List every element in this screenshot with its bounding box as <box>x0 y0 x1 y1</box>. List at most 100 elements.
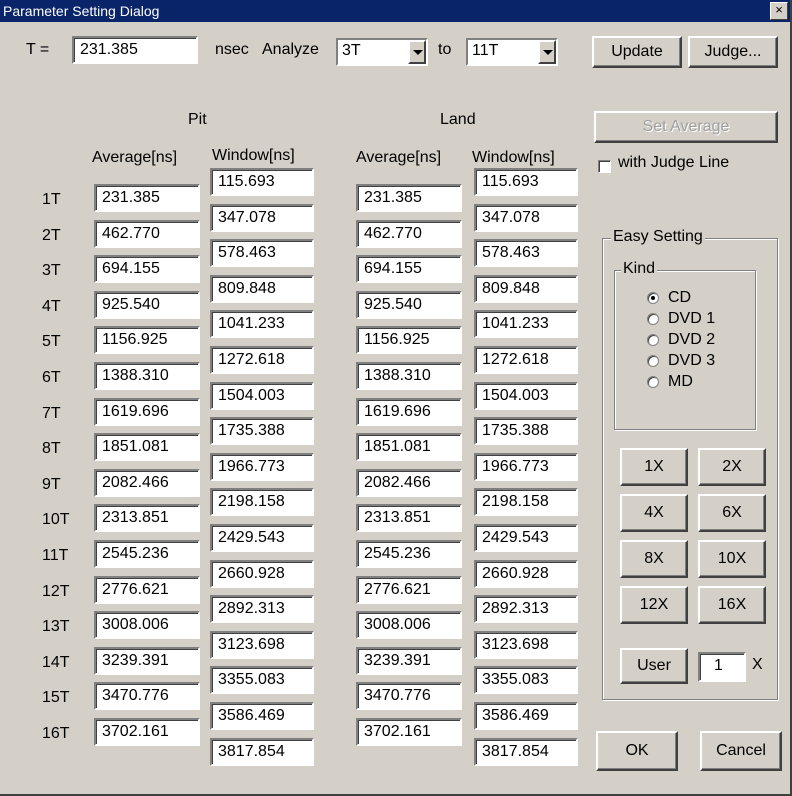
pit-window-field[interactable]: 1735.388 <box>210 417 314 446</box>
land-window-field[interactable]: 2892.313 <box>474 595 578 624</box>
pit-window-field[interactable]: 1966.773 <box>210 452 314 481</box>
window-title: Parameter Setting Dialog <box>3 3 160 19</box>
land-average-header: Average[ns] <box>356 149 442 166</box>
pit-average-field[interactable]: 1619.696 <box>94 397 200 426</box>
land-average-field[interactable]: 925.540 <box>356 290 462 319</box>
land-window-field[interactable]: 115.693 <box>474 168 578 196</box>
land-average-field[interactable]: 1619.696 <box>356 397 462 426</box>
land-average-field[interactable]: 3239.391 <box>356 646 462 675</box>
kind-radio-cd[interactable] <box>647 292 659 304</box>
pit-average-field[interactable]: 694.155 <box>94 255 200 284</box>
land-average-field[interactable]: 3470.776 <box>356 682 462 711</box>
land-average-field[interactable]: 231.385 <box>356 184 462 212</box>
pit-average-field[interactable]: 3702.161 <box>94 718 200 746</box>
land-average-field[interactable]: 3702.161 <box>356 718 462 746</box>
pit-average-field[interactable]: 1388.310 <box>94 362 200 390</box>
pit-window-field[interactable]: 3123.698 <box>210 630 314 659</box>
pit-average-field[interactable]: 1156.925 <box>94 326 200 355</box>
pit-average-field[interactable]: 925.540 <box>94 290 200 319</box>
analyze-from-select[interactable]: 3T <box>336 38 428 66</box>
land-window-field[interactable]: 1041.233 <box>474 310 578 339</box>
pit-average-field[interactable]: 2545.236 <box>94 540 200 568</box>
pit-window-field[interactable]: 2429.543 <box>210 524 314 552</box>
land-window-field[interactable]: 3817.854 <box>474 737 578 766</box>
land-average-field[interactable]: 1388.310 <box>356 362 462 390</box>
pit-average-field[interactable]: 462.770 <box>94 219 200 248</box>
speed-button-8x[interactable]: 8X <box>620 540 688 578</box>
judge-line-checkbox[interactable] <box>598 160 611 173</box>
pit-average-field[interactable]: 3008.006 <box>94 611 200 640</box>
speed-button-2x[interactable]: 2X <box>698 448 766 486</box>
pit-window-field[interactable]: 1504.003 <box>210 381 314 410</box>
land-average-field[interactable]: 2313.851 <box>356 504 462 533</box>
pit-average-field[interactable]: 1851.081 <box>94 433 200 462</box>
speed-button-6x[interactable]: 6X <box>698 494 766 532</box>
set-average-button[interactable]: Set Average <box>594 111 778 143</box>
kind-label: CD <box>668 289 692 306</box>
land-average-field[interactable]: 694.155 <box>356 255 462 284</box>
pit-window-field[interactable]: 1041.233 <box>210 310 314 339</box>
close-button[interactable]: × <box>770 2 788 20</box>
pit-average-field[interactable]: 3470.776 <box>94 682 200 711</box>
pit-window-field[interactable]: 347.078 <box>210 203 314 232</box>
dropdown-arrow-icon[interactable] <box>538 40 556 64</box>
pit-average-field[interactable]: 231.385 <box>94 184 200 212</box>
t-value-input[interactable]: 231.385 <box>72 36 198 64</box>
update-button[interactable]: Update <box>592 36 682 68</box>
user-multiplier-input[interactable]: 1 <box>698 652 746 682</box>
pit-average-field[interactable]: 2082.466 <box>94 468 200 497</box>
row-label: 15T <box>42 689 70 707</box>
user-button[interactable]: User <box>620 648 688 684</box>
pit-average-field[interactable]: 2776.621 <box>94 575 200 604</box>
row-label: 14T <box>42 653 70 671</box>
pit-window-field[interactable]: 3355.083 <box>210 666 314 695</box>
cancel-button[interactable]: Cancel <box>700 731 782 771</box>
speed-button-12x[interactable]: 12X <box>620 586 688 624</box>
to-label: to <box>438 41 452 58</box>
analyze-to-select[interactable]: 11T <box>466 38 558 66</box>
speed-button-10x[interactable]: 10X <box>698 540 766 578</box>
land-average-field[interactable]: 3008.006 <box>356 611 462 640</box>
pit-window-field[interactable]: 3586.469 <box>210 702 314 730</box>
land-window-field[interactable]: 2429.543 <box>474 524 578 552</box>
dropdown-arrow-icon[interactable] <box>408 40 426 64</box>
pit-window-field[interactable]: 578.463 <box>210 239 314 268</box>
land-window-field[interactable]: 3586.469 <box>474 702 578 730</box>
pit-window-field[interactable]: 3817.854 <box>210 737 314 766</box>
judge-button[interactable]: Judge... <box>688 36 778 68</box>
kind-radio-dvd-1[interactable] <box>647 313 659 325</box>
pit-window-field[interactable]: 809.848 <box>210 274 314 303</box>
land-average-field[interactable]: 1156.925 <box>356 326 462 355</box>
land-window-field[interactable]: 1735.388 <box>474 417 578 446</box>
speed-button-16x[interactable]: 16X <box>698 586 766 624</box>
speed-button-1x[interactable]: 1X <box>620 448 688 486</box>
land-window-field[interactable]: 578.463 <box>474 239 578 268</box>
kind-radio-dvd-2[interactable] <box>647 334 659 346</box>
speed-button-4x[interactable]: 4X <box>620 494 688 532</box>
pit-window-field[interactable]: 115.693 <box>210 168 314 196</box>
kind-radio-dvd-3[interactable] <box>647 355 659 367</box>
land-average-field[interactable]: 1851.081 <box>356 433 462 462</box>
kind-radio-md[interactable] <box>647 376 659 388</box>
land-window-field[interactable]: 347.078 <box>474 203 578 232</box>
land-window-field[interactable]: 1504.003 <box>474 381 578 410</box>
land-window-field[interactable]: 3355.083 <box>474 666 578 695</box>
ok-button[interactable]: OK <box>596 731 678 771</box>
land-average-field[interactable]: 2082.466 <box>356 468 462 497</box>
land-window-field[interactable]: 2660.928 <box>474 559 578 588</box>
land-average-field[interactable]: 2776.621 <box>356 575 462 604</box>
pit-window-field[interactable]: 1272.618 <box>210 346 314 374</box>
pit-window-field[interactable]: 2198.158 <box>210 488 314 517</box>
pit-average-field[interactable]: 3239.391 <box>94 646 200 675</box>
land-window-field[interactable]: 3123.698 <box>474 630 578 659</box>
land-window-field[interactable]: 809.848 <box>474 274 578 303</box>
land-window-field[interactable]: 1272.618 <box>474 346 578 374</box>
pit-window-field[interactable]: 2660.928 <box>210 559 314 588</box>
kind-caption: Kind <box>621 260 658 278</box>
pit-average-field[interactable]: 2313.851 <box>94 504 200 533</box>
land-average-field[interactable]: 2545.236 <box>356 540 462 568</box>
pit-window-field[interactable]: 2892.313 <box>210 595 314 624</box>
land-window-field[interactable]: 2198.158 <box>474 488 578 517</box>
land-average-field[interactable]: 462.770 <box>356 219 462 248</box>
land-window-field[interactable]: 1966.773 <box>474 452 578 481</box>
